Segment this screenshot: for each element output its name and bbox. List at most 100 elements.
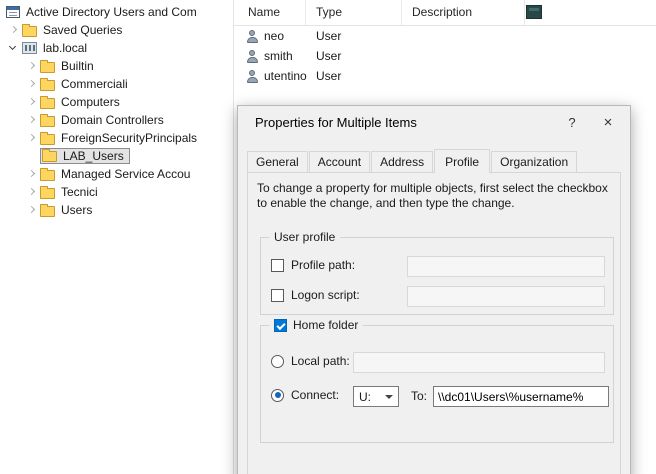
logon-script-label[interactable]: Logon script: (291, 288, 360, 302)
domain-icon (22, 42, 37, 54)
tree-item-label: Commerciali (59, 77, 130, 91)
tab-profile[interactable]: Profile (434, 149, 490, 173)
column-header-name[interactable]: Name (248, 0, 306, 25)
folder-icon (40, 170, 55, 181)
properties-dialog: Properties for Multiple Items ? × Genera… (237, 105, 631, 474)
tree-item-lab-users[interactable]: LAB_Users (0, 147, 233, 165)
chevron-right-icon[interactable] (24, 112, 40, 128)
group-label-text: User profile (274, 230, 335, 244)
logon-script-input (407, 286, 605, 307)
tree-item-label: lab.local (41, 41, 89, 55)
drive-select-value: U: (359, 390, 371, 404)
profile-path-checkbox[interactable] (271, 259, 284, 272)
instruction-text: To change a property for multiple object… (257, 181, 613, 211)
profile-path-label[interactable]: Profile path: (291, 258, 355, 272)
folder-icon (40, 98, 55, 109)
tab-organization[interactable]: Organization (491, 151, 577, 172)
to-label: To: (411, 389, 427, 403)
console-root-icon (6, 6, 20, 18)
tree-item-tecnici[interactable]: Tecnici (0, 183, 233, 201)
profile-tab-page: To change a property for multiple object… (247, 172, 621, 474)
tab-address[interactable]: Address (371, 151, 433, 172)
list-row-utentino[interactable]: utentino User (234, 66, 656, 86)
connect-row: Connect: (271, 388, 339, 402)
local-path-label[interactable]: Local path: (291, 354, 350, 368)
chevron-right-icon[interactable] (24, 130, 40, 146)
logon-script-checkbox[interactable] (271, 289, 284, 302)
folder-icon (22, 26, 37, 37)
folder-icon (40, 80, 55, 91)
cell-type: User (316, 49, 412, 63)
folder-icon (40, 134, 55, 145)
dialog-help-button[interactable]: ? (560, 112, 584, 134)
chevron-down-icon[interactable] (6, 40, 22, 56)
list-header-icon (526, 5, 542, 19)
tree-item-label: Saved Queries (41, 23, 124, 37)
tab-general[interactable]: General (247, 151, 308, 172)
tree-item-foreignsecurityprincipals[interactable]: ForeignSecurityPrincipals (0, 129, 233, 147)
tree-item-users[interactable]: Users (0, 201, 233, 219)
logon-script-row: Logon script: (271, 288, 360, 302)
list-row-neo[interactable]: neo User (234, 26, 656, 46)
tab-strip: General Account Address Profile Organiza… (247, 150, 578, 172)
home-folder-label[interactable]: Home folder (293, 318, 358, 332)
folder-icon (42, 151, 57, 162)
aduc-window: Active Directory Users and Com Saved Que… (0, 0, 656, 474)
connect-label[interactable]: Connect: (291, 388, 339, 402)
tree-item-commerciali[interactable]: Commerciali (0, 75, 233, 93)
tree-item-root[interactable]: Active Directory Users and Com (0, 3, 233, 21)
user-icon (246, 69, 259, 84)
tree-item-label: Domain Controllers (59, 113, 166, 127)
folder-icon (40, 206, 55, 217)
home-folder-group-label: Home folder (269, 318, 363, 332)
tree-item-label: ForeignSecurityPrincipals (59, 131, 199, 145)
tree-item-label: Builtin (59, 59, 96, 73)
tree-selection-box: LAB_Users (40, 148, 130, 164)
list-row-smith[interactable]: smith User (234, 46, 656, 66)
chevron-right-icon[interactable] (24, 58, 40, 74)
folder-icon (40, 116, 55, 127)
chevron-right-icon[interactable] (6, 22, 22, 38)
connect-path-input[interactable] (433, 386, 609, 407)
chevron-right-icon[interactable] (24, 166, 40, 182)
tree-item-label: Managed Service Accou (59, 167, 192, 181)
tree-item-saved-queries[interactable]: Saved Queries (0, 21, 233, 39)
home-folder-group: Home folder Local path: Connect: U: To: (260, 325, 614, 443)
tree-item-builtin[interactable]: Builtin (0, 57, 233, 75)
home-folder-checkbox[interactable] (274, 319, 287, 332)
connect-radio[interactable] (271, 389, 284, 402)
drive-select[interactable]: U: (353, 386, 399, 407)
cell-type: User (316, 69, 412, 83)
chevron-down-icon (385, 395, 393, 399)
cell-name: smith (264, 49, 316, 63)
tree-item-label: Users (59, 203, 94, 217)
column-header-type[interactable]: Type (306, 0, 402, 25)
chevron-right-icon[interactable] (24, 76, 40, 92)
user-icon (246, 49, 259, 64)
profile-path-input (407, 256, 605, 277)
local-path-input (353, 352, 605, 373)
user-profile-group: User profile Profile path: Logon script: (260, 237, 614, 315)
cell-name: utentino (264, 69, 316, 83)
tree-item-domain-controllers[interactable]: Domain Controllers (0, 111, 233, 129)
tree-item-label: Active Directory Users and Com (24, 5, 199, 19)
user-profile-group-label: User profile (269, 230, 340, 244)
profile-path-row: Profile path: (271, 258, 355, 272)
tree-item-lab-local[interactable]: lab.local (0, 39, 233, 57)
tree-item-computers[interactable]: Computers (0, 93, 233, 111)
chevron-right-icon[interactable] (24, 202, 40, 218)
cell-type: User (316, 29, 412, 43)
cell-name: neo (264, 29, 316, 43)
dialog-close-button[interactable]: × (596, 112, 620, 134)
user-icon (246, 29, 259, 44)
chevron-right-icon[interactable] (24, 184, 40, 200)
tree-item-managed-service-accounts[interactable]: Managed Service Accou (0, 165, 233, 183)
list-header: Name Type Description (234, 0, 656, 26)
chevron-right-icon[interactable] (24, 94, 40, 110)
tree-item-label: Computers (59, 95, 122, 109)
dialog-title: Properties for Multiple Items (255, 106, 417, 140)
column-header-description[interactable]: Description (402, 0, 525, 25)
local-path-radio[interactable] (271, 355, 284, 368)
chevron-placeholder (24, 148, 40, 164)
tab-account[interactable]: Account (309, 151, 370, 172)
